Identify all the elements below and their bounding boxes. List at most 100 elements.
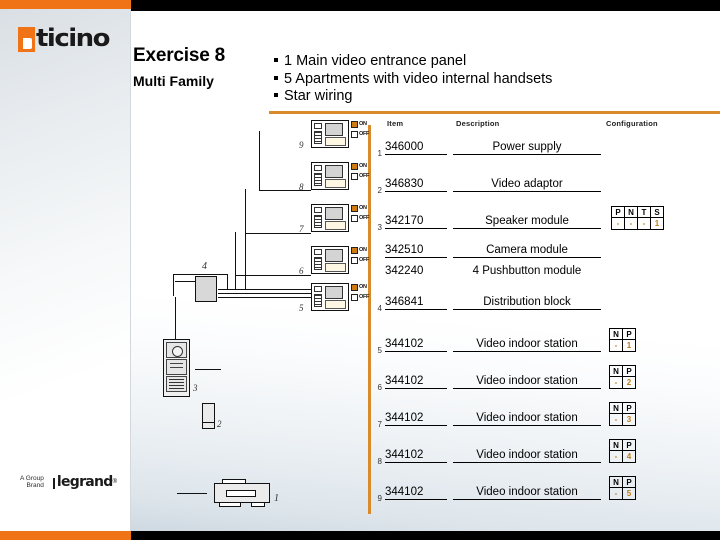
diagram-label-video-adaptor: 2 xyxy=(217,419,222,429)
config-header-p: P xyxy=(622,476,636,488)
column-header-item: Item xyxy=(387,119,404,128)
legrand-tagline: A Group Brand xyxy=(20,475,48,490)
bullet-item: Star wiring xyxy=(274,88,552,106)
diagram-label-distribution-block: 4 xyxy=(202,261,207,272)
station-switch-group: ON OFF xyxy=(351,162,371,188)
config-value-row: - 3 xyxy=(609,413,636,426)
switch-off-indicator xyxy=(351,215,358,222)
table-row: 342510 Camera module xyxy=(371,244,720,265)
video-indoor-station xyxy=(311,204,349,232)
power-supply-display xyxy=(226,490,256,497)
bullet-square-icon xyxy=(274,58,278,63)
station-screen xyxy=(325,207,343,220)
table-row: 4 346841 Distribution block xyxy=(371,286,720,330)
diagram-label-station-8: 8 xyxy=(299,182,304,192)
configuration-box: N P - 3 xyxy=(609,402,636,426)
config-header-row: N P xyxy=(609,476,636,488)
config-value: - xyxy=(609,376,623,389)
config-value: 2 xyxy=(622,376,636,389)
diagram-wire xyxy=(177,493,207,495)
station-button-panel xyxy=(314,249,322,255)
row-description: Distribution block xyxy=(453,296,601,310)
config-header-row: N P xyxy=(609,328,636,340)
station-grille-icon xyxy=(314,215,322,228)
bticino-logo: ticino xyxy=(18,25,118,55)
row-description: Video adaptor xyxy=(453,178,601,192)
table-row: 8 344102 Video indoor station N P - 4 xyxy=(371,439,720,478)
table-row: 2 346830 Video adaptor xyxy=(371,170,720,207)
bullet-item-label: 1 Main video entrance panel xyxy=(284,53,467,69)
speaker-module-icon xyxy=(166,359,187,375)
switch-on-indicator xyxy=(351,205,358,212)
legrand-logo: A Group Brand legrand ® xyxy=(20,471,118,493)
config-header-p: P xyxy=(622,365,636,377)
switch-on-label: ON xyxy=(359,121,367,127)
station-grille-icon xyxy=(314,257,322,270)
row-description: Power supply xyxy=(453,141,601,155)
config-header-p: P xyxy=(622,402,636,414)
config-value: 5 xyxy=(622,487,636,500)
switch-on-indicator xyxy=(351,247,358,254)
station-button-panel xyxy=(314,207,322,213)
config-value: - xyxy=(624,217,638,230)
power-supply-terminal xyxy=(222,479,246,483)
station-body xyxy=(325,137,346,146)
station-grille-icon xyxy=(314,294,322,307)
config-value: 3 xyxy=(622,413,636,426)
row-number: 6 xyxy=(377,383,382,392)
row-description: 4 Pushbutton module xyxy=(472,265,582,277)
page-title: Exercise 8 xyxy=(133,45,226,66)
config-header-n: N xyxy=(609,402,623,414)
config-value-row: - 1 xyxy=(609,339,636,352)
video-indoor-station xyxy=(311,283,349,311)
config-value: - xyxy=(609,339,623,352)
row-description: Video indoor station xyxy=(453,449,601,463)
components-table: Item Description Configuration 1 346000 … xyxy=(371,119,720,515)
main-content: Exercise 8 Multi Family 1 Main video ent… xyxy=(131,11,720,531)
power-supply-terminal xyxy=(219,503,241,507)
station-screen xyxy=(325,249,343,262)
bottom-bar-orange xyxy=(0,531,131,540)
camera-module-icon xyxy=(166,342,187,358)
row-number: 3 xyxy=(377,223,382,232)
row-description: Video indoor station xyxy=(453,338,601,352)
config-value: 1 xyxy=(622,339,636,352)
registered-mark-icon: ® xyxy=(112,479,118,485)
station-switch-group: ON OFF xyxy=(351,283,371,309)
row-number: 9 xyxy=(377,494,382,503)
config-value-row: - 4 xyxy=(609,450,636,463)
table-row: 9 344102 Video indoor station N P - 5 xyxy=(371,476,720,515)
configuration-box: P N T S - - - 1 xyxy=(611,206,664,230)
sidebar: ticino A Group Brand legrand ® xyxy=(0,9,131,531)
config-header-row: N P xyxy=(609,439,636,451)
video-indoor-station xyxy=(311,162,349,190)
pushbutton-module-icon xyxy=(166,376,187,392)
switch-off-label: OFF xyxy=(359,131,370,137)
station-button-panel xyxy=(314,165,322,171)
legrand-wordmark: legrand xyxy=(56,474,113,490)
switch-off-label: OFF xyxy=(359,294,370,300)
switch-on-indicator xyxy=(351,163,358,170)
diagram-wire xyxy=(227,274,229,289)
row-item-code: 342510 xyxy=(385,244,447,258)
speaker-grille-icon xyxy=(170,363,183,371)
title-block: Exercise 8 Multi Family xyxy=(133,45,283,89)
row-item-code: 346830 xyxy=(385,178,447,192)
bullet-list: 1 Main video entrance panel 5 Apartments… xyxy=(274,53,552,106)
switch-on-indicator xyxy=(351,284,358,291)
station-switch-group: ON OFF xyxy=(351,246,371,272)
bullet-item-label: 5 Apartments with video internal handset… xyxy=(284,70,553,87)
switch-on-label: ON xyxy=(359,205,367,211)
diagram-label-entrance-panel: 3 xyxy=(193,383,198,393)
row-item-code: 342170 xyxy=(385,215,447,229)
page-subtitle: Multi Family xyxy=(133,73,214,89)
row-item-code: 342240 xyxy=(385,265,424,277)
configuration-box: N P - 4 xyxy=(609,439,636,463)
config-header-s: S xyxy=(650,206,664,218)
config-value-row: - 2 xyxy=(609,376,636,389)
legrand-tagline-line2: Brand xyxy=(26,482,44,489)
camera-lens-icon xyxy=(172,345,183,357)
config-value: - xyxy=(609,487,623,500)
table-row: 6 344102 Video indoor station N P - 2 xyxy=(371,365,720,404)
diagram-wire xyxy=(173,274,175,296)
